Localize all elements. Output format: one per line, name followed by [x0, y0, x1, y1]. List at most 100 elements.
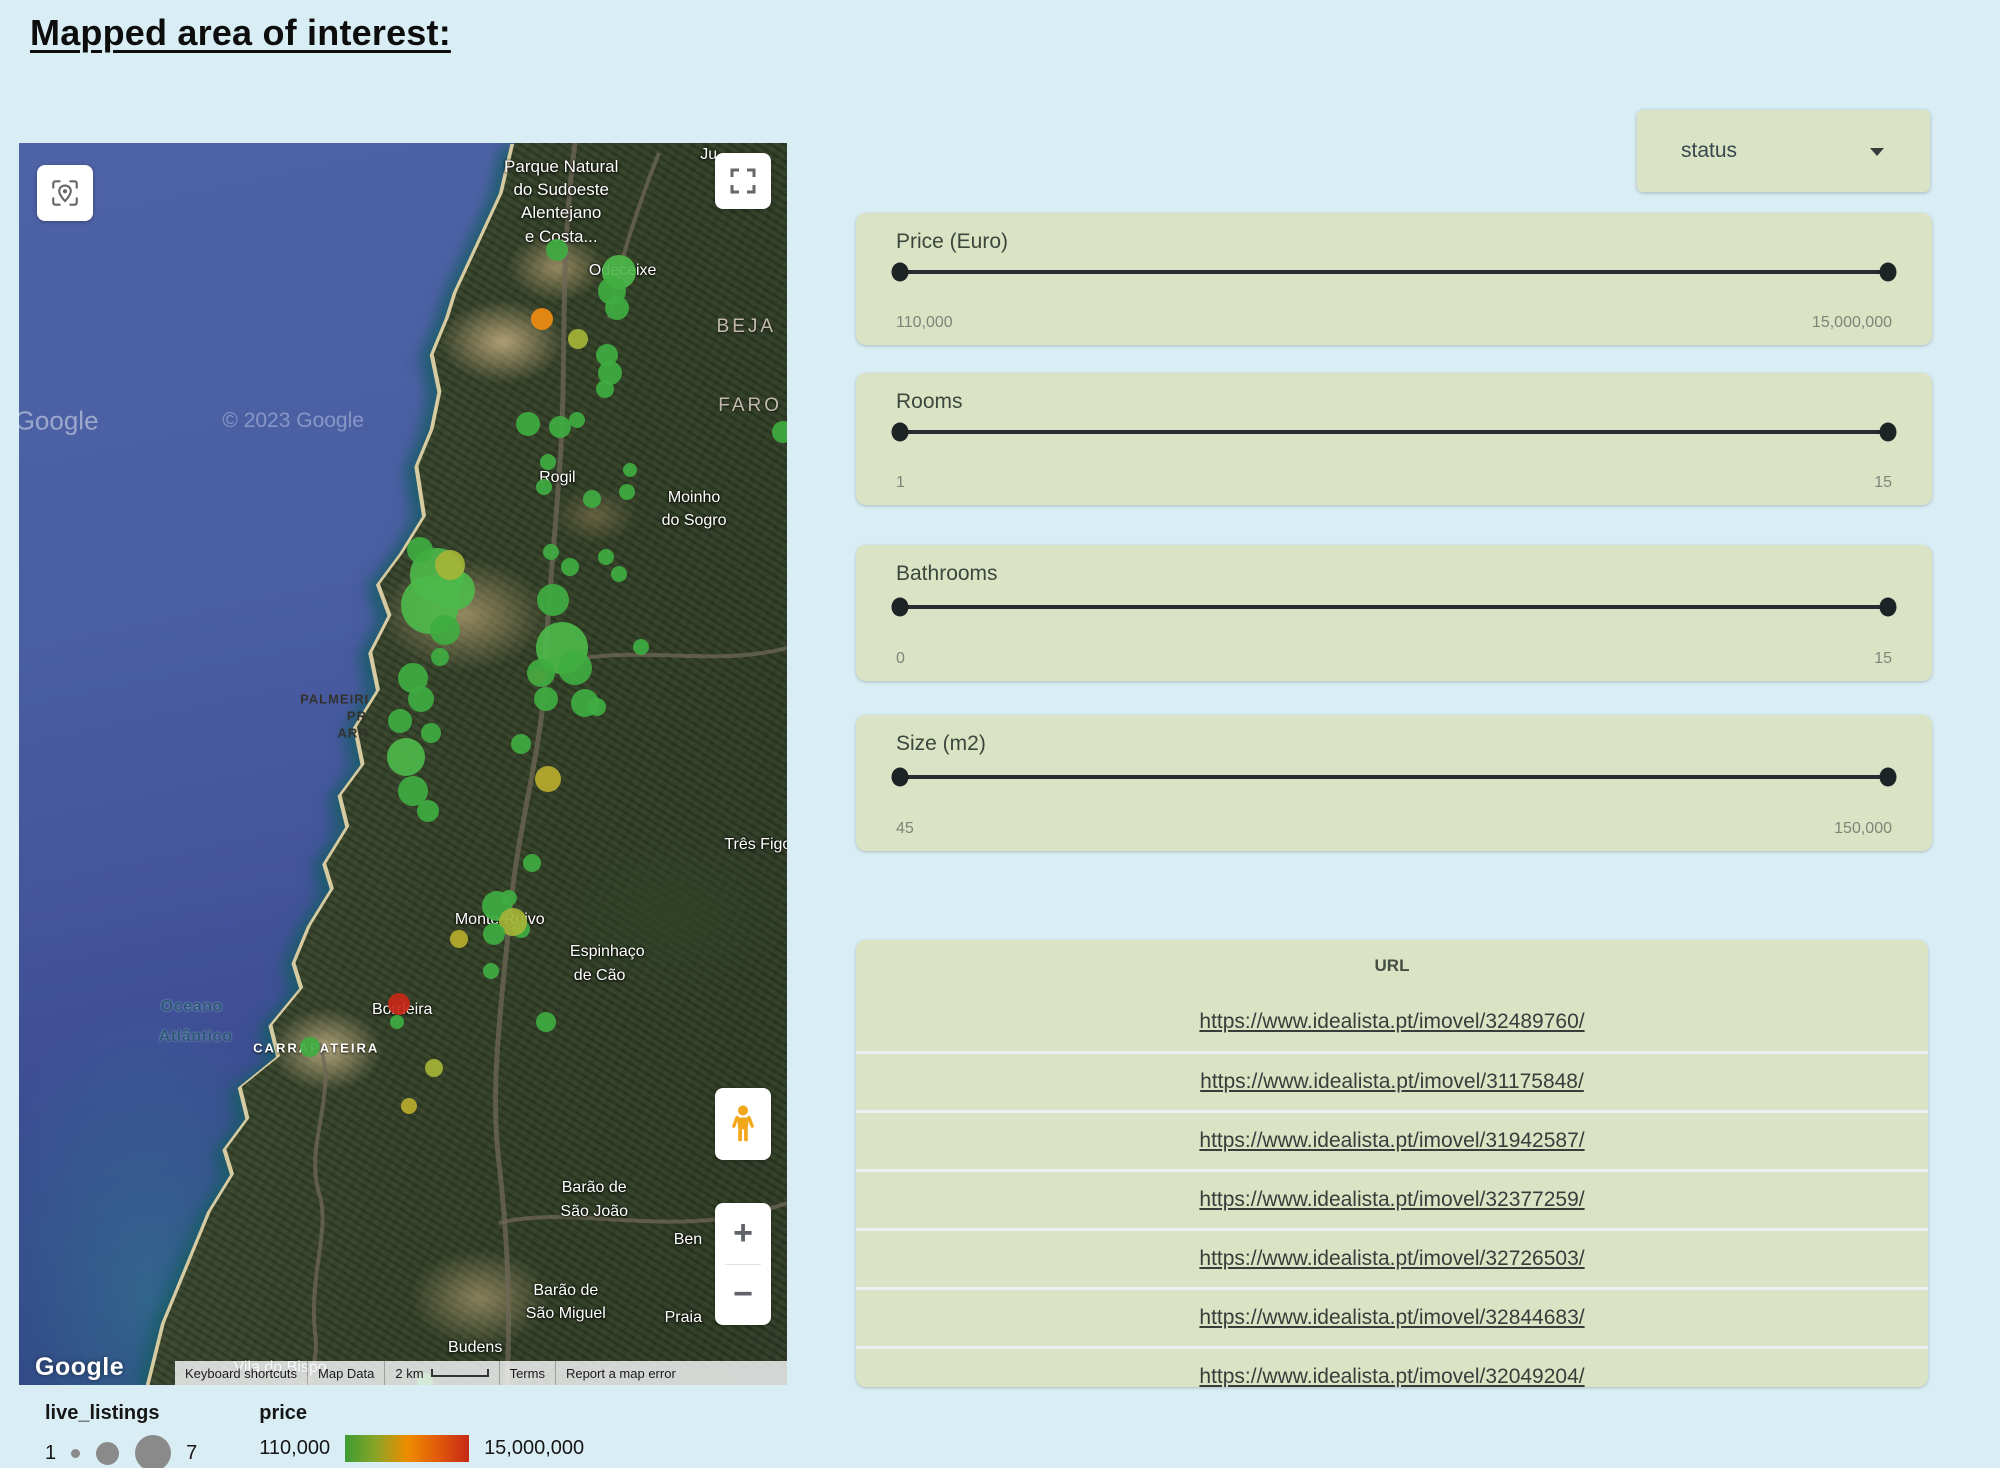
slider-track[interactable] — [900, 775, 1888, 779]
slider-max-value: 15 — [1874, 650, 1892, 668]
listing-marker[interactable] — [549, 416, 571, 438]
slider-track[interactable] — [900, 605, 1888, 609]
listing-marker[interactable] — [583, 490, 601, 508]
listing-marker[interactable] — [388, 993, 410, 1015]
slider-label: Bathrooms — [896, 562, 998, 586]
slider-max-value: 15,000,000 — [1812, 314, 1892, 332]
listing-url-link[interactable]: https://www.idealista.pt/imovel/32726503… — [1199, 1247, 1584, 1271]
slider-handle-max[interactable] — [1880, 423, 1897, 442]
listing-url-link[interactable]: https://www.idealista.pt/imovel/32489760… — [1199, 1010, 1584, 1034]
listing-marker[interactable] — [523, 854, 541, 872]
map-label-ocean: Oceano — [161, 998, 223, 1016]
legend-size-circles — [71, 1435, 171, 1468]
slider-handle-min[interactable] — [892, 263, 909, 282]
listing-marker[interactable] — [390, 1015, 404, 1029]
listing-marker[interactable] — [421, 723, 441, 743]
listing-url-link[interactable]: https://www.idealista.pt/imovel/32049204… — [1199, 1365, 1584, 1387]
listing-marker[interactable] — [543, 544, 559, 560]
listing-marker[interactable] — [558, 651, 592, 685]
listing-marker[interactable] — [435, 550, 465, 580]
zoom-control: + − — [715, 1203, 771, 1325]
listing-marker[interactable] — [619, 484, 635, 500]
attribution-link[interactable]: Keyboard shortcuts — [175, 1361, 307, 1385]
attribution-link[interactable]: Report a map error — [555, 1361, 686, 1385]
listing-marker[interactable] — [511, 734, 531, 754]
attribution-label: Report a map error — [566, 1366, 676, 1381]
map-canvas[interactable]: Parque Naturaldo SudoesteAlentejanoe Cos… — [19, 143, 787, 1385]
slider-track[interactable] — [900, 270, 1888, 274]
scale-bar-icon — [431, 1369, 489, 1377]
listing-marker[interactable] — [588, 698, 606, 716]
listing-marker[interactable] — [425, 1059, 443, 1077]
map-label-big: do Sudoeste — [513, 180, 608, 200]
map-pin-icon — [49, 177, 81, 209]
listing-marker[interactable] — [417, 800, 439, 822]
listing-marker[interactable] — [516, 412, 540, 436]
map-label-place: Barão de — [533, 1282, 598, 1300]
listing-marker[interactable] — [596, 380, 614, 398]
listing-url-link[interactable]: https://www.idealista.pt/imovel/31175848… — [1200, 1070, 1584, 1094]
listing-marker[interactable] — [561, 558, 579, 576]
slider-handle-max[interactable] — [1880, 263, 1897, 282]
listing-marker[interactable] — [611, 566, 627, 582]
listing-marker[interactable] — [408, 686, 434, 712]
listing-marker[interactable] — [536, 1012, 556, 1032]
listing-marker[interactable] — [407, 537, 433, 563]
legend-size-title: live_listings — [45, 1402, 197, 1425]
listing-marker[interactable] — [633, 639, 649, 655]
url-table: URL https://www.idealista.pt/imovel/3248… — [856, 940, 1928, 1387]
listing-marker[interactable] — [401, 1098, 417, 1114]
map-scale[interactable]: 2 km — [384, 1361, 498, 1385]
google-logo: Google — [35, 1353, 124, 1382]
zoom-in-button[interactable]: + — [715, 1203, 771, 1264]
zoom-out-button[interactable]: − — [715, 1265, 771, 1326]
slider-handle-max[interactable] — [1880, 768, 1897, 787]
listing-url-link[interactable]: https://www.idealista.pt/imovel/32377259… — [1199, 1188, 1584, 1212]
slider-label: Rooms — [896, 390, 963, 414]
listing-marker[interactable] — [431, 648, 449, 666]
slider-handle-max[interactable] — [1880, 598, 1897, 617]
attribution-link[interactable]: Map Data — [307, 1361, 384, 1385]
filter-panel-bathrooms: Bathrooms015 — [856, 545, 1932, 681]
listing-marker[interactable] — [300, 1037, 320, 1057]
listing-marker[interactable] — [537, 584, 569, 616]
pegman-button[interactable] — [715, 1088, 771, 1160]
listing-url-link[interactable]: https://www.idealista.pt/imovel/31942587… — [1199, 1129, 1584, 1153]
listing-marker[interactable] — [483, 963, 499, 979]
table-row: https://www.idealista.pt/imovel/32377259… — [856, 1169, 1928, 1228]
listing-marker[interactable] — [450, 930, 468, 948]
listing-marker[interactable] — [568, 329, 588, 349]
select-area-button[interactable] — [37, 165, 93, 221]
legend: live_listings 1 7 price 110,000 15,000,0… — [45, 1402, 584, 1468]
listing-marker[interactable] — [535, 766, 561, 792]
listing-marker[interactable] — [387, 738, 425, 776]
slider-handle-min[interactable] — [892, 768, 909, 787]
listing-marker[interactable] — [546, 239, 568, 261]
map-label-place: Praia — [665, 1309, 702, 1327]
map-label-big: Alentejano — [521, 203, 601, 223]
listing-marker[interactable] — [534, 687, 558, 711]
listing-marker[interactable] — [605, 296, 629, 320]
slider-label: Price (Euro) — [896, 230, 1008, 254]
legend-price-scale: 110,000 15,000,000 — [259, 1435, 584, 1462]
map-label-dark: ARR — [337, 725, 368, 740]
listing-marker[interactable] — [598, 549, 614, 565]
slider-handle-min[interactable] — [892, 598, 909, 617]
listing-marker[interactable] — [772, 421, 787, 443]
listing-marker[interactable] — [527, 659, 555, 687]
listing-url-link[interactable]: https://www.idealista.pt/imovel/32844683… — [1199, 1306, 1584, 1330]
map-label-place: Três Figo — [724, 836, 787, 854]
fullscreen-button[interactable] — [715, 153, 771, 209]
listing-marker[interactable] — [531, 308, 553, 330]
listing-marker[interactable] — [540, 454, 556, 470]
attribution-link[interactable]: Terms — [499, 1361, 555, 1385]
status-dropdown[interactable]: status — [1637, 110, 1930, 192]
listing-marker[interactable] — [569, 412, 585, 428]
listing-marker[interactable] — [623, 463, 637, 477]
listing-marker[interactable] — [430, 615, 460, 645]
slider-handle-min[interactable] — [892, 423, 909, 442]
listing-marker[interactable] — [483, 923, 505, 945]
slider-track[interactable] — [900, 430, 1888, 434]
listing-marker[interactable] — [536, 479, 552, 495]
listing-marker[interactable] — [388, 709, 412, 733]
